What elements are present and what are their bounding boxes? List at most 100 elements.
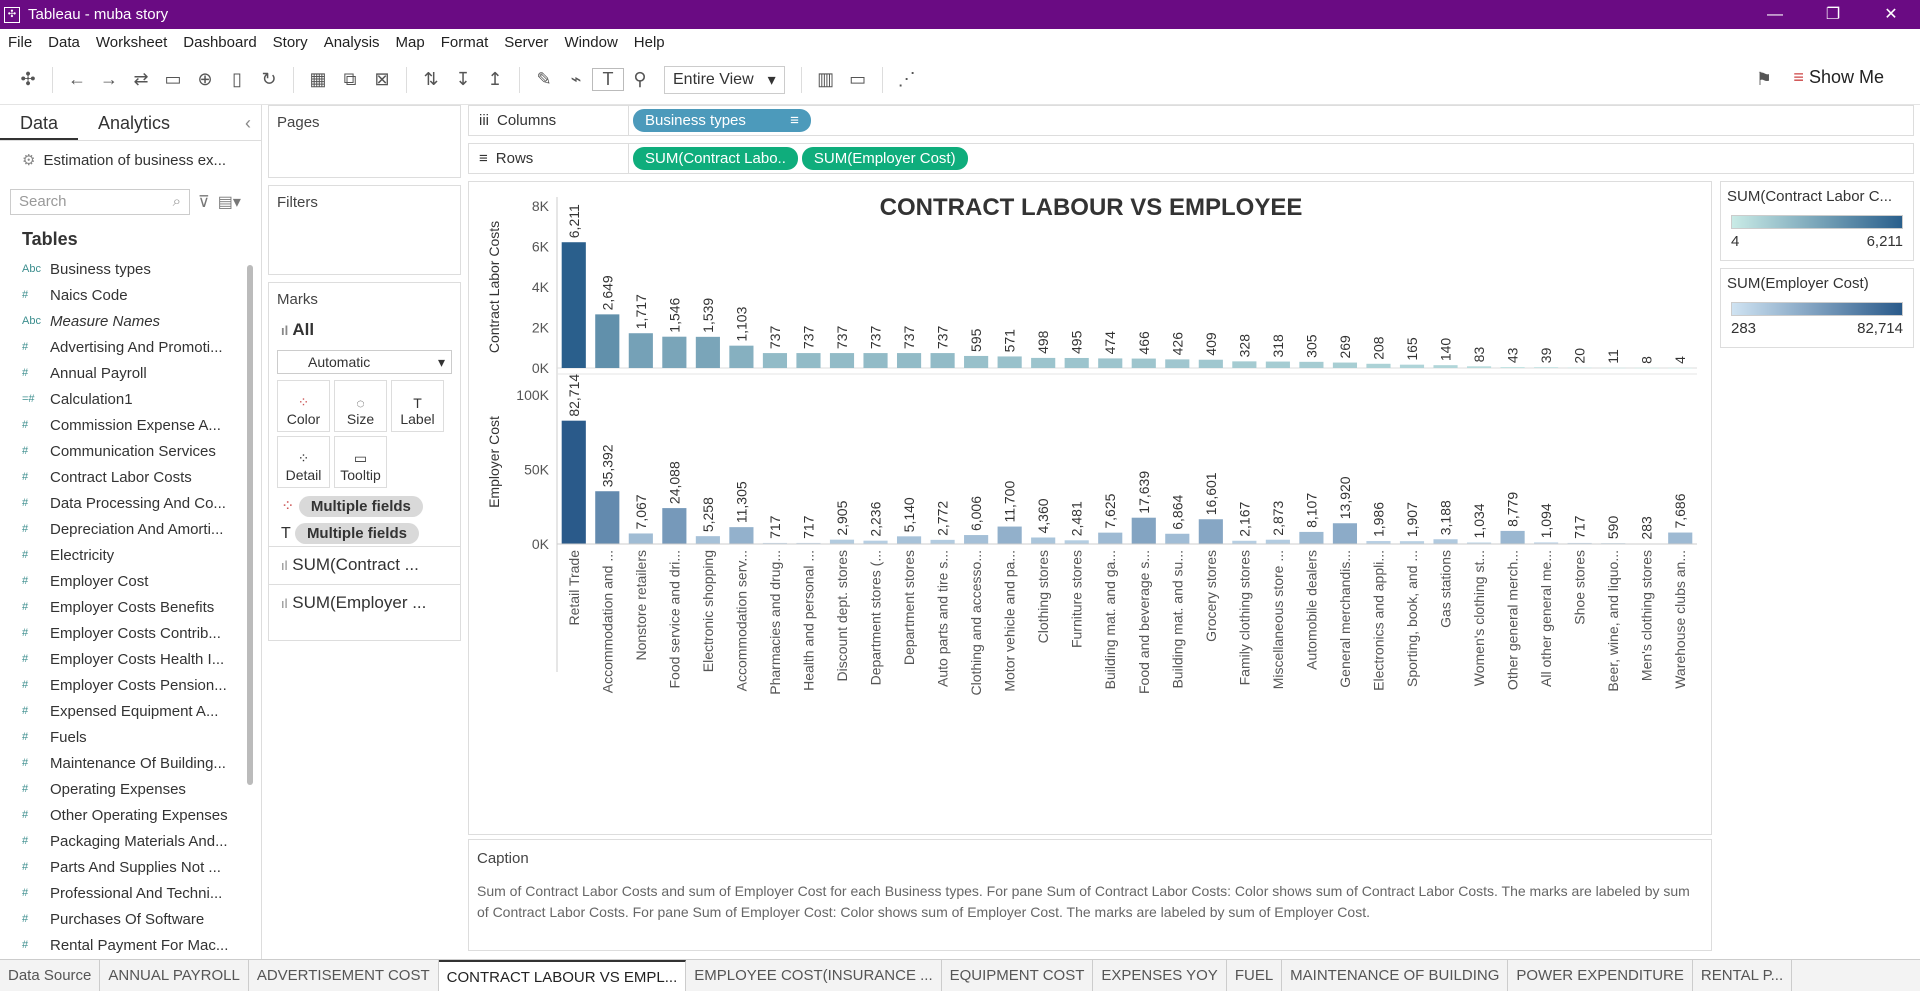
marks-all[interactable]: ıl All [269, 316, 460, 344]
replay-icon[interactable]: ⇄ [125, 69, 157, 90]
tableau-logo-icon[interactable]: ✣ [12, 69, 44, 90]
employer-legend[interactable]: SUM(Employer Cost) 283 82,714 [1720, 268, 1914, 348]
refresh-icon[interactable]: ↻ [253, 69, 285, 90]
close-icon[interactable]: ✕ [1862, 0, 1920, 29]
field-item[interactable]: # Commission Expense A... [0, 412, 261, 438]
field-item[interactable]: =# Calculation1 [0, 386, 261, 412]
color-multiple-fields-pill[interactable]: Multiple fields [298, 496, 423, 517]
menu-analysis[interactable]: Analysis [316, 34, 388, 51]
label-multiple-fields-pill[interactable]: Multiple fields [294, 523, 419, 544]
sheet-tab[interactable]: ANNUAL PAYROLL [100, 960, 249, 991]
pages-card[interactable]: Pages [268, 105, 461, 178]
label-button[interactable]: T Label [391, 380, 444, 432]
field-item[interactable]: # Other Operating Expenses [0, 802, 261, 828]
new-datasource-icon[interactable]: ⊕ [189, 69, 221, 90]
undo-icon[interactable]: ← [61, 69, 93, 90]
field-item[interactable]: Abc Measure Names [0, 308, 261, 334]
contract-labor-pill[interactable]: SUM(Contract Labo.. [633, 147, 798, 170]
sheet-tab[interactable]: POWER EXPENDITURE [1508, 960, 1693, 991]
show-me-button[interactable]: ≡ Show Me [1793, 67, 1884, 88]
presentation-icon[interactable]: ▭ [842, 69, 874, 90]
show-labels-icon[interactable]: T [592, 68, 624, 91]
field-item[interactable]: # Electricity [0, 542, 261, 568]
field-item[interactable]: # Employer Costs Contrib... [0, 620, 261, 646]
sheet-tab[interactable]: EXPENSES YOY [1093, 960, 1227, 991]
menu-help[interactable]: Help [626, 34, 673, 51]
pin-icon[interactable]: ⚲ [624, 69, 656, 90]
field-item[interactable]: # Parts And Supplies Not ... [0, 854, 261, 880]
tab-data[interactable]: Data [0, 105, 79, 140]
highlight-icon[interactable]: ✎ [528, 69, 560, 90]
measure-contract-tab[interactable]: ıl SUM(Contract ... [269, 546, 460, 584]
clear-sheet-icon[interactable]: ⊠ [366, 69, 398, 90]
field-item[interactable]: # Employer Costs Health I... [0, 646, 261, 672]
sheet-tab[interactable]: EQUIPMENT COST [942, 960, 1094, 991]
menu-server[interactable]: Server [496, 34, 556, 51]
menu-story[interactable]: Story [265, 34, 316, 51]
minimize-icon[interactable]: — [1746, 0, 1804, 29]
restore-icon[interactable]: ❐ [1804, 0, 1862, 29]
field-item[interactable]: # Annual Payroll [0, 360, 261, 386]
menu-dashboard[interactable]: Dashboard [175, 34, 264, 51]
pause-updates-icon[interactable]: ▯ [221, 69, 253, 90]
size-button[interactable]: ◌ Size [334, 380, 387, 432]
view-options-icon[interactable]: ▤▾ [218, 192, 241, 212]
menu-data[interactable]: Data [40, 34, 88, 51]
collapse-pane-icon[interactable]: ‹ [235, 105, 261, 140]
menu-window[interactable]: Window [556, 34, 625, 51]
search-input[interactable]: Search ⌕ [10, 189, 190, 215]
detail-button[interactable]: ⁘ Detail [277, 436, 330, 488]
measure-employer-tab[interactable]: ıl SUM(Employer ... [269, 584, 460, 622]
field-item[interactable]: # Depreciation And Amorti... [0, 516, 261, 542]
datasource-item[interactable]: ⚙ Estimation of business ex... [0, 141, 261, 179]
filters-card[interactable]: Filters [268, 185, 461, 275]
fit-dropdown[interactable]: Entire View ▾ [664, 65, 785, 94]
show-cards-icon[interactable]: ▥ [810, 69, 842, 90]
menu-format[interactable]: Format [433, 34, 497, 51]
rows-shelf[interactable]: ≡ Rows SUM(Contract Labo.. SUM(Employer C… [468, 143, 1914, 174]
swap-icon[interactable]: ⇅ [415, 69, 447, 90]
paint-format-icon[interactable]: ⚑ [1748, 69, 1780, 90]
sheet-tab[interactable]: ADVERTISEMENT COST [249, 960, 439, 991]
field-item[interactable]: # Purchases Of Software [0, 906, 261, 932]
share-icon[interactable]: ⋰ [891, 69, 923, 90]
new-worksheet-icon[interactable]: ▦ [302, 69, 334, 90]
field-item[interactable]: # Employer Cost [0, 568, 261, 594]
field-item[interactable]: # Fuels [0, 724, 261, 750]
sheet-tab[interactable]: FUEL [1227, 960, 1283, 991]
menu-file[interactable]: File [0, 34, 40, 51]
group-icon[interactable]: ⌁ [560, 69, 592, 90]
menu-worksheet[interactable]: Worksheet [88, 34, 175, 51]
sheet-tab[interactable]: CONTRACT LABOUR VS EMPL... [438, 960, 687, 991]
field-item[interactable]: # Maintenance Of Building... [0, 750, 261, 776]
mark-type-dropdown[interactable]: Automatic ▾ [277, 350, 452, 374]
color-button[interactable]: ⁘ Color [277, 380, 330, 432]
field-item[interactable]: # Rental Payment For Mac... [0, 932, 261, 958]
sheet-tab[interactable]: MAINTENANCE OF BUILDING [1282, 960, 1509, 991]
business-types-pill[interactable]: Business types ≡ [633, 109, 811, 132]
duplicate-icon[interactable]: ⧉ [334, 69, 366, 90]
sort-ascending-icon[interactable]: ↧ [447, 69, 479, 90]
field-item[interactable]: # Naics Code [0, 282, 261, 308]
save-icon[interactable]: ▭ [157, 69, 189, 90]
field-item[interactable]: # Packaging Materials And... [0, 828, 261, 854]
contract-legend[interactable]: SUM(Contract Labor C... 4 6,211 [1720, 181, 1914, 261]
field-item[interactable]: # Advertising And Promoti... [0, 334, 261, 360]
columns-shelf[interactable]: iii Columns Business types ≡ [468, 105, 1914, 136]
field-item[interactable]: # Data Processing And Co... [0, 490, 261, 516]
filter-icon[interactable]: ⊽ [198, 192, 210, 212]
employer-cost-pill[interactable]: SUM(Employer Cost) [801, 147, 968, 170]
tab-analytics[interactable]: Analytics [78, 105, 190, 140]
tooltip-button[interactable]: ▭ Tooltip [334, 436, 387, 488]
sheet-tab[interactable]: RENTAL P... [1693, 960, 1793, 991]
menu-map[interactable]: Map [388, 34, 433, 51]
field-item[interactable]: # Expensed Equipment A... [0, 698, 261, 724]
data-source-tab[interactable]: Data Source [0, 960, 101, 991]
field-item[interactable]: # Operating Expenses [0, 776, 261, 802]
field-item[interactable]: # Contract Labor Costs [0, 464, 261, 490]
redo-icon[interactable]: → [93, 69, 125, 90]
field-item[interactable]: # Professional And Techni... [0, 880, 261, 906]
sort-descending-icon[interactable]: ↥ [479, 69, 511, 90]
fields-scrollbar[interactable] [247, 265, 253, 785]
field-item[interactable]: # Employer Costs Pension... [0, 672, 261, 698]
